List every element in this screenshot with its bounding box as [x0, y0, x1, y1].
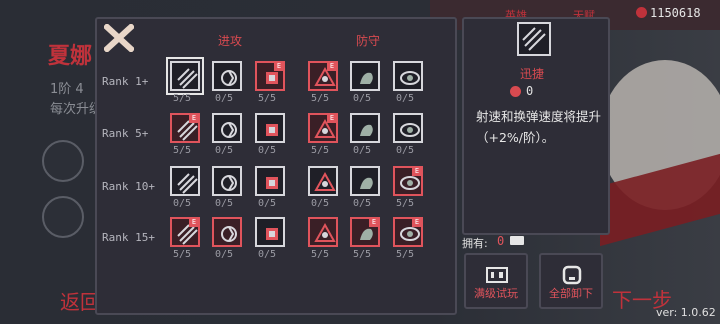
talent-level-count: 5/5 [173, 249, 192, 260]
talent-level-count: 0/5 [353, 93, 372, 104]
talent-name: 迅捷 [520, 67, 545, 81]
skill-slot-2[interactable] [42, 196, 84, 238]
equipped-badge: E [412, 217, 422, 227]
swift-icon[interactable] [166, 57, 204, 95]
burst-icon[interactable] [255, 166, 285, 196]
eye-icon[interactable] [393, 61, 423, 91]
talent-level-count: 5/5 [396, 198, 415, 209]
talent-level-count: 5/5 [173, 145, 192, 156]
talent-level-count: 0/5 [353, 198, 372, 209]
equipped-badge: E [412, 166, 422, 176]
rank-label: Rank 5+ [102, 127, 149, 140]
talent-level-count: 5/5 [311, 249, 330, 260]
talent-level-count: 0/5 [311, 198, 330, 209]
talent-level-count: 5/5 [396, 249, 415, 260]
defense-column-header: 防守 [356, 34, 381, 48]
coin-balance: 1150618 [650, 6, 701, 20]
comet-icon[interactable]: E [170, 217, 200, 247]
piercing-arrow-icon[interactable]: E [170, 113, 200, 143]
tower-icon[interactable]: E [350, 217, 380, 247]
bloom-icon[interactable] [212, 217, 242, 247]
skill-slot-1[interactable] [42, 140, 84, 182]
claw-icon[interactable] [212, 113, 242, 143]
pentagram-shield-icon[interactable]: E [308, 61, 338, 91]
talent-level-count: 5/5 [311, 93, 330, 104]
equipped-badge: E [189, 113, 199, 123]
talent-level-count: 0/5 [215, 93, 234, 104]
talent-level-count: 0/5 [258, 249, 277, 260]
coin-icon [636, 7, 647, 18]
rank-label: Rank 15+ [102, 231, 155, 244]
guard-fist-icon[interactable]: E [308, 113, 338, 143]
talent-cost: 0 [526, 84, 534, 98]
equipped-badge: E [327, 113, 337, 123]
swift-icon [517, 22, 551, 56]
talent-level-count: 0/5 [353, 145, 372, 156]
talent-level-count: 0/5 [396, 93, 415, 104]
wind-slash-icon[interactable] [255, 113, 285, 143]
unequip-icon [562, 265, 582, 285]
hero-name: 夏娜 [48, 44, 93, 69]
talent-level-count: 5/5 [173, 93, 192, 104]
boot-icon[interactable] [350, 113, 380, 143]
version-label: ver: 1.0.62 [656, 306, 716, 319]
grenade-icon[interactable] [170, 166, 200, 196]
orb-icon[interactable] [308, 166, 338, 196]
ticket-icon [486, 267, 508, 283]
cross-heart-icon[interactable] [308, 217, 338, 247]
leaf-icon[interactable] [393, 113, 423, 143]
talent-level-count: 0/5 [215, 198, 234, 209]
fist-icon[interactable]: E [255, 61, 285, 91]
unequip-label: 全部卸下 [549, 287, 593, 300]
talent-level-count: 0/5 [215, 249, 234, 260]
grab-icon[interactable] [212, 166, 242, 196]
hero-level: 1阶 4 [50, 82, 84, 97]
trial-label: 满级试玩 [474, 287, 518, 300]
tree-icon[interactable]: E [393, 166, 423, 196]
talent-level-count: 0/5 [258, 145, 277, 156]
hearts-icon[interactable] [350, 166, 380, 196]
unequip-all-button[interactable]: 全部卸下 [539, 253, 603, 309]
muscle-icon[interactable] [350, 61, 380, 91]
talent-description: 射速和换弹速度将提升（+2%/阶）。 [476, 109, 602, 145]
attack-column-header: 进攻 [218, 34, 243, 48]
close-icon[interactable] [102, 22, 136, 54]
talent-level-count: 5/5 [353, 249, 372, 260]
wave-icon[interactable]: E [393, 217, 423, 247]
max-level-trial-button[interactable]: 满级试玩 [464, 253, 528, 309]
spark-arrows-icon[interactable] [255, 217, 285, 247]
equipped-badge: E [189, 217, 199, 227]
talent-level-count: 0/5 [215, 145, 234, 156]
talent-level-count: 0/5 [396, 145, 415, 156]
owned-label: 拥有: [462, 237, 488, 250]
talent-level-count: 5/5 [311, 145, 330, 156]
equipped-badge: E [369, 217, 379, 227]
ticket-icon [510, 236, 524, 245]
back-button[interactable]: 返回 [60, 286, 100, 315]
talent-level-count: 0/5 [258, 198, 277, 209]
equipped-badge: E [327, 61, 337, 71]
talent-level-count: 5/5 [258, 93, 277, 104]
cost-icon [510, 86, 521, 97]
vortex-icon[interactable] [212, 61, 242, 91]
talent-level-count: 0/5 [173, 198, 192, 209]
owned-count: 0 [497, 234, 505, 248]
rank-label: Rank 10+ [102, 180, 155, 193]
equipped-badge: E [274, 61, 284, 71]
rank-label: Rank 1+ [102, 75, 149, 88]
